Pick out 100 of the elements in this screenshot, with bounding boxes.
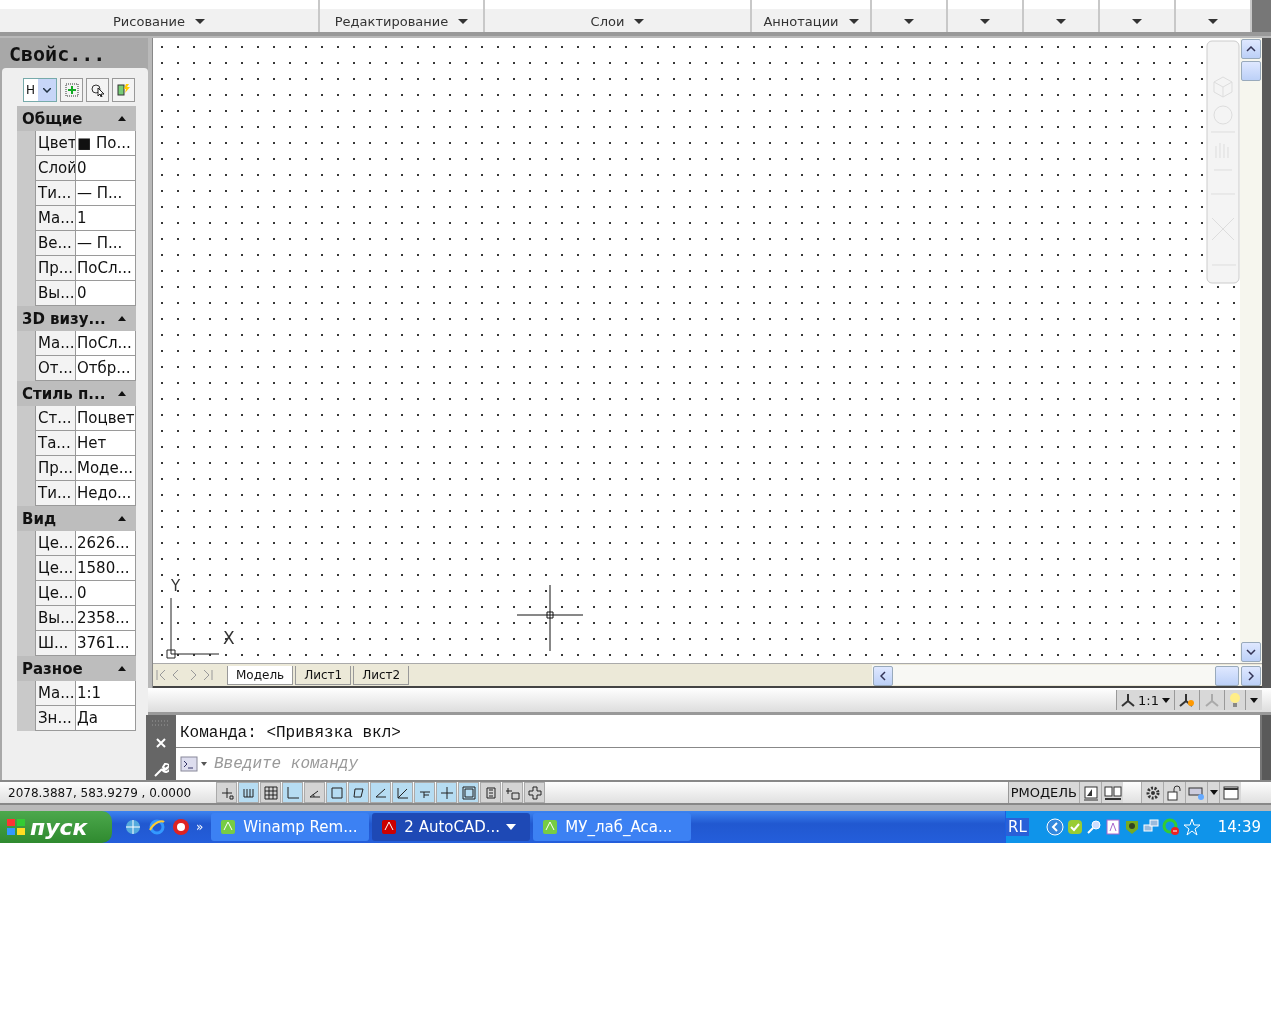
horizontal-scrollbar[interactable]	[872, 665, 1262, 685]
property-value[interactable]: 1	[76, 206, 136, 231]
section-header[interactable]: Общие	[17, 106, 136, 131]
property-value[interactable]: 0	[76, 581, 136, 606]
caret-icon[interactable]	[118, 666, 126, 671]
right-angle-icon[interactable]	[282, 782, 303, 803]
start-button[interactable]: пуск	[0, 811, 112, 843]
document-icon[interactable]	[1104, 819, 1121, 835]
caret-icon[interactable]	[118, 316, 126, 321]
gear-icon[interactable]	[1141, 782, 1163, 803]
list-icon[interactable]	[480, 782, 501, 803]
object-selector[interactable]: Н	[23, 78, 57, 102]
model-space-button[interactable]: РМОДЕЛЬ	[1007, 782, 1079, 803]
bug-icon[interactable]	[1123, 819, 1140, 835]
round-logo-icon[interactable]	[172, 818, 190, 836]
section-header[interactable]: 3D визу...	[17, 306, 136, 331]
annotation-visibility-icon[interactable]	[1174, 690, 1199, 710]
property-value[interactable]: 3761...	[76, 631, 136, 656]
taskbar-button[interactable]: МУ_лаб_Aca...	[533, 813, 692, 841]
taskbar-button[interactable]: Winamp Rem...	[211, 813, 370, 841]
row-gutter	[17, 481, 35, 506]
polar-angle-icon[interactable]	[304, 782, 325, 803]
caret-icon[interactable]	[118, 116, 126, 121]
property-value[interactable]: Нет	[76, 431, 136, 456]
shield-check-icon[interactable]	[1066, 819, 1083, 835]
stacked-squares-icon[interactable]	[502, 782, 523, 803]
property-value[interactable]: 2626...	[76, 531, 136, 556]
window-icon[interactable]	[1219, 782, 1241, 803]
cursor-select-icon[interactable]	[86, 78, 109, 102]
grid-icon[interactable]	[260, 782, 281, 803]
command-prompt-icon[interactable]	[180, 756, 208, 772]
property-value[interactable]: Да	[76, 706, 136, 731]
ring-icon[interactable]	[1161, 818, 1180, 836]
computers-icon[interactable]	[1142, 819, 1159, 835]
quick-select-icon[interactable]	[112, 78, 135, 102]
property-value[interactable]: ■ По...	[76, 131, 136, 156]
nested-square-icon[interactable]	[458, 782, 479, 803]
language-indicator[interactable]: RL	[1006, 818, 1029, 836]
section-header[interactable]: Стиль п...	[17, 381, 136, 406]
chevron-down-icon	[1246, 649, 1256, 655]
layout-tab[interactable]: Лист2	[353, 665, 410, 685]
caret-icon[interactable]	[118, 391, 126, 396]
parallelogram-icon[interactable]	[348, 782, 369, 803]
property-name: Зн...	[35, 706, 76, 731]
scroll-down-button[interactable]	[1241, 642, 1261, 662]
ribbon-panel-label[interactable]: Слои	[485, 0, 752, 32]
property-value[interactable]: ПоСл...	[76, 331, 136, 356]
section-title: Разное	[22, 659, 83, 678]
section-header[interactable]: Вид	[17, 506, 136, 531]
tee-icon[interactable]	[414, 782, 435, 803]
ribbon-panel-label[interactable]: Рисование	[0, 0, 320, 32]
browser-icon[interactable]	[148, 818, 166, 836]
taskbar-button[interactable]: 2 AutoCAD...	[372, 813, 531, 841]
property-value[interactable]: 2358...	[76, 606, 136, 631]
property-value[interactable]: 0	[76, 281, 136, 306]
property-value[interactable]: Недо...	[76, 481, 136, 506]
padlock-icon[interactable]	[1163, 782, 1185, 803]
property-value[interactable]: ПоСл...	[76, 256, 136, 281]
cross-shape-icon[interactable]	[524, 782, 545, 803]
slanted-axis-icon[interactable]	[392, 782, 413, 803]
dotted-grid-icon[interactable]	[238, 782, 259, 803]
property-value[interactable]: — П...	[76, 181, 136, 206]
command-input-field[interactable]: Введите команду	[212, 754, 1260, 774]
scroll-left-button[interactable]	[873, 666, 893, 686]
plus-icon[interactable]	[436, 782, 457, 803]
crosshair-icon[interactable]	[216, 782, 237, 803]
scroll-thumb[interactable]	[1215, 666, 1239, 686]
model-icon[interactable]	[1079, 782, 1101, 803]
property-name: От...	[35, 356, 76, 381]
ribbon-panel-label[interactable]: Аннотации	[752, 0, 872, 32]
drawing-canvas[interactable]: Y X	[153, 38, 1240, 663]
caret-icon[interactable]	[118, 516, 126, 521]
star-icon[interactable]	[1182, 818, 1201, 836]
property-value[interactable]: Моде...	[76, 456, 136, 481]
layout-tab[interactable]: Модель	[227, 665, 294, 685]
square-icon[interactable]	[326, 782, 347, 803]
annotation-scale-button[interactable]: 1:1	[1116, 690, 1174, 710]
scroll-up-button[interactable]	[1241, 39, 1261, 59]
grip-icon	[151, 720, 171, 726]
more-chevron[interactable]: »	[196, 820, 204, 834]
property-value[interactable]: 0	[76, 156, 136, 181]
network-icon[interactable]	[124, 818, 142, 836]
vertical-scrollbar[interactable]	[1240, 38, 1262, 663]
row-gutter	[17, 331, 35, 356]
scroll-thumb[interactable]	[1241, 61, 1261, 81]
magnifier-icon[interactable]	[1085, 819, 1102, 835]
section-header[interactable]: Разное	[17, 656, 136, 681]
caret-icon[interactable]	[506, 824, 517, 830]
layout-tab[interactable]: Лист1	[295, 665, 352, 685]
property-value[interactable]: — П...	[76, 231, 136, 256]
layout-icon[interactable]	[1101, 782, 1123, 803]
section-title: Вид	[22, 509, 57, 528]
property-value[interactable]: Поцвет	[76, 406, 136, 431]
chevron-left-icon[interactable]	[1045, 818, 1064, 836]
row-gutter	[17, 281, 35, 306]
ribbon-panel-label[interactable]: Редактирование	[320, 0, 485, 32]
property-value[interactable]: Отбр...	[76, 356, 136, 381]
property-value[interactable]: 1:1	[76, 681, 136, 706]
angle-icon[interactable]	[370, 782, 391, 803]
property-value[interactable]: 1580...	[76, 556, 136, 581]
